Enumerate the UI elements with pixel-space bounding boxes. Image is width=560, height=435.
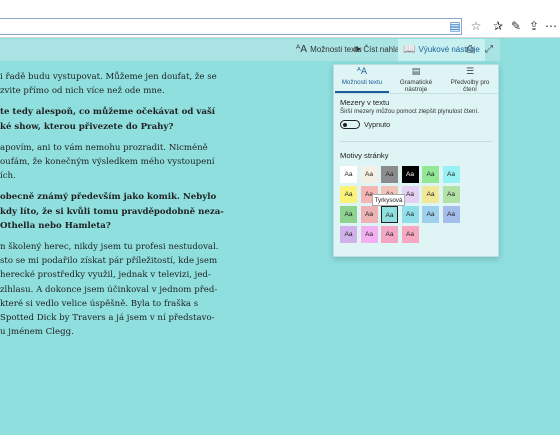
article-line: kdy líto, že si kvůli tomu pravděpodobně… bbox=[0, 206, 224, 217]
spacing-description: Širší mezery můžou pomoct zlepšit plynul… bbox=[340, 108, 479, 115]
theme-swatch[interactable]: Aa bbox=[360, 206, 378, 223]
article-line: apovím, ani to vám nemohu prozradit. Nic… bbox=[0, 142, 208, 153]
read-aloud-icon: 🕪 bbox=[354, 44, 361, 55]
theme-swatch[interactable]: Aa bbox=[360, 226, 378, 243]
spacing-title: Mezery v textu bbox=[340, 98, 390, 107]
text-options-button[interactable]: ᴬA Možnosti textu bbox=[296, 39, 362, 61]
theme-swatch[interactable]: Aa bbox=[442, 206, 460, 223]
theme-swatch[interactable]: Aa bbox=[340, 166, 357, 183]
theme-swatch[interactable]: Aa bbox=[340, 186, 357, 203]
article-line: zvite přímo od nich více než ode mne. bbox=[0, 86, 165, 97]
fullscreen-icon[interactable]: ⤢ bbox=[485, 39, 496, 61]
tab-text-options[interactable]: ᴬA Možnosti textu bbox=[335, 65, 389, 93]
article-paragraph: n školený herec, nikdy jsem tu profesi n… bbox=[0, 240, 330, 339]
article-line: Othella nebo Hamleta? bbox=[0, 220, 111, 231]
tab-reading-preferences[interactable]: ☰ Předvolby pro čtení bbox=[443, 65, 497, 93]
pen-icon[interactable]: ✎ bbox=[508, 18, 524, 34]
read-aloud-button[interactable]: 🕪 Číst nahlas bbox=[354, 39, 403, 61]
toggle-state-label: Vypnuto bbox=[364, 120, 391, 129]
article-line: zlhlasu. A dokonce jsem účinkoval v jedn… bbox=[0, 284, 218, 295]
toggle-knob bbox=[343, 122, 347, 127]
article-paragraph: i řadě budu vystupovat. Můžeme jen doufa… bbox=[0, 70, 330, 98]
themes-title: Motivy stránky bbox=[340, 151, 389, 160]
panel-tabs: ᴬA Možnosti textu ▤ Gramatické nástroje ☰ Pře… bbox=[334, 65, 498, 94]
article-line: u jménem Clegg. bbox=[0, 327, 74, 338]
theme-swatch[interactable]: Aa bbox=[401, 166, 419, 183]
address-bar-row: ▤ ☆ ✰ ✎ ⇪ ⋯ bbox=[0, 16, 560, 38]
article-paragraph: obecně známý především jako komik. Nebyl… bbox=[0, 190, 330, 233]
grammar-tools-icon: ▤ bbox=[411, 67, 421, 77]
tab-grammar-tools[interactable]: ▤ Gramatické nástroje bbox=[389, 65, 443, 93]
window-titlebar bbox=[0, 0, 560, 16]
print-icon[interactable]: ⎙ bbox=[466, 39, 477, 61]
text-spacing-toggle[interactable] bbox=[340, 120, 360, 129]
theme-swatch[interactable]: Aa bbox=[442, 166, 460, 183]
share-icon[interactable]: ⇪ bbox=[526, 18, 542, 34]
article-paragraph: apovím, ani to vám nemohu prozradit. Nic… bbox=[0, 141, 330, 184]
theme-swatch[interactable]: Aa bbox=[340, 226, 357, 243]
article-paragraph: te tedy alespoň, co můžeme očekávat od v… bbox=[0, 105, 330, 133]
article-line: i řadě budu vystupovat. Můžeme jen doufa… bbox=[0, 72, 217, 82]
theme-swatch[interactable]: Aa bbox=[381, 226, 398, 243]
learning-tools-panel: ᴬA Možnosti textu ▤ Gramatické nástroje ☰ Pře… bbox=[333, 64, 499, 257]
article-text: i řadě budu vystupovat. Můžeme jen doufa… bbox=[0, 70, 330, 346]
article-line: ké show, kterou přivezete do Prahy? bbox=[0, 121, 174, 132]
favorite-star-icon[interactable]: ☆ bbox=[468, 18, 484, 34]
article-line: které si vedlo velice úspěšně. Byla to f… bbox=[0, 298, 199, 309]
article-line: obecně známý především jako komik. Nebyl… bbox=[0, 192, 217, 203]
article-line: te tedy alespoň, co můžeme očekávat od v… bbox=[0, 107, 216, 118]
theme-swatch[interactable]: Aa bbox=[401, 226, 419, 243]
article-line: oufám, že konečným výsledkem mého vystou… bbox=[0, 157, 215, 168]
theme-swatch[interactable]: Aa bbox=[422, 166, 439, 183]
article-line: herecké prostředky využil, jednak v tele… bbox=[0, 270, 211, 281]
more-icon[interactable]: ⋯ bbox=[543, 18, 559, 34]
tab-label: Gramatické nástroje bbox=[399, 78, 433, 93]
theme-swatch[interactable]: Aa bbox=[340, 206, 357, 223]
theme-swatch[interactable]: Aa bbox=[381, 166, 398, 183]
theme-swatch[interactable]: Aa bbox=[442, 186, 460, 203]
tab-label: Možnosti textu bbox=[341, 78, 383, 86]
theme-swatch[interactable]: Aa bbox=[401, 206, 419, 223]
text-options-icon: ᴬA bbox=[356, 67, 368, 77]
article-line: sto se mi podařilo získat pár příležitos… bbox=[0, 256, 218, 267]
favorites-hub-icon[interactable]: ✰ bbox=[490, 18, 506, 34]
swatch-tooltip: Tyrkysová bbox=[372, 194, 405, 206]
reading-view-icon[interactable]: ▤ bbox=[447, 18, 463, 34]
reading-view-toolbar: ᴬA Možnosti textu 🕪 Číst nahlas 📖 Výukové n… bbox=[0, 39, 500, 61]
theme-swatch[interactable]: Aa bbox=[360, 166, 378, 183]
article-line: Spotted Dick by Travers a já jsem v ní p… bbox=[0, 313, 215, 324]
divider bbox=[340, 141, 492, 142]
theme-swatch[interactable]: Aa bbox=[381, 206, 398, 223]
tab-label: Předvolby pro čtení bbox=[450, 78, 490, 93]
article-line: n školený herec, nikdy jsem tu profesi n… bbox=[0, 242, 219, 253]
learning-tools-icon: 📖 bbox=[403, 44, 416, 55]
theme-swatch[interactable]: Aa bbox=[422, 186, 439, 203]
theme-swatch[interactable]: Aa bbox=[422, 206, 439, 223]
address-field[interactable] bbox=[0, 18, 462, 35]
reading-preferences-icon: ☰ bbox=[465, 67, 475, 77]
article-line: ích. bbox=[0, 171, 16, 182]
text-options-icon: ᴬA bbox=[296, 44, 308, 55]
